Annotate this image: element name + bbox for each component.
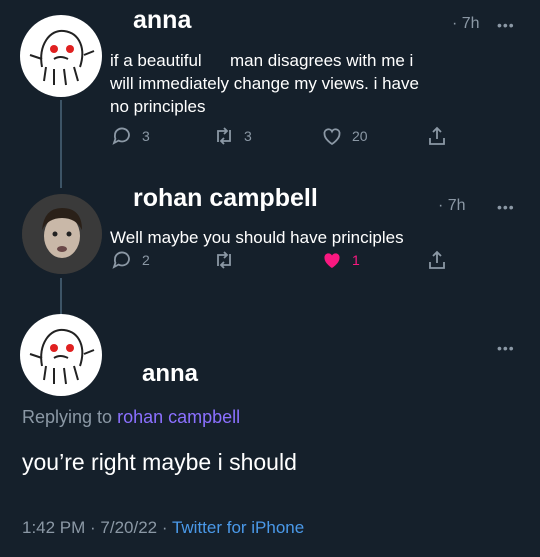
share-button[interactable] <box>425 124 449 148</box>
tweet-text-line: if a beautiful man disagrees with me i <box>110 51 414 70</box>
reply-button[interactable]: 3 <box>110 124 150 148</box>
retweet-icon <box>217 251 231 269</box>
reply-icon <box>112 127 130 145</box>
avatar[interactable] <box>20 15 102 97</box>
avatar-drawing-icon <box>29 328 95 385</box>
like-button[interactable]: 20 <box>320 124 368 148</box>
tweet-timestamp[interactable]: 1:42 PM · 7/20/22 · <box>22 518 172 537</box>
heart-icon <box>324 253 340 268</box>
more-icon[interactable]: ••• <box>497 17 515 33</box>
share-icon <box>429 250 445 269</box>
like-count: 1 <box>352 252 360 268</box>
display-name[interactable]: anna <box>133 6 191 35</box>
reply-count: 3 <box>142 128 150 144</box>
more-icon[interactable]: ••• <box>497 340 515 356</box>
reply-count: 2 <box>142 252 150 268</box>
display-name[interactable]: anna <box>142 360 198 388</box>
retweet-button[interactable]: 3 <box>212 124 252 148</box>
thread-line <box>60 278 62 314</box>
avatar[interactable] <box>22 194 102 274</box>
avatar-photo-icon <box>22 194 102 274</box>
like-count: 20 <box>352 128 368 144</box>
heart-icon <box>323 128 341 146</box>
replying-to: Replying to rohan campbell <box>22 407 240 428</box>
retweet-button[interactable] <box>212 248 244 272</box>
avatar[interactable] <box>20 314 102 396</box>
tweet-text: you’re right maybe i should <box>22 449 297 475</box>
display-name[interactable]: rohan campbell <box>133 184 318 213</box>
like-button[interactable]: 1 <box>320 248 360 272</box>
retweet-count: 3 <box>244 128 252 144</box>
share-icon <box>429 126 445 145</box>
tweet-meta: 1:42 PM · 7/20/22 · Twitter for iPhone <box>22 518 304 538</box>
avatar-drawing-icon <box>29 29 95 86</box>
tweet-time[interactable]: · 7h <box>452 15 480 33</box>
reply-button[interactable]: 2 <box>110 248 150 272</box>
thread-line <box>60 100 62 188</box>
tweet-text-line: no principles <box>110 97 206 116</box>
replying-label: Replying to <box>22 407 113 427</box>
retweet-icon <box>217 127 231 145</box>
tweet-text: Well maybe you should have principles <box>110 228 404 247</box>
more-icon[interactable]: ••• <box>497 199 515 215</box>
tweet-text: if a beautiful man disagrees with me i w… <box>110 49 530 118</box>
share-button[interactable] <box>425 248 449 272</box>
tweet-time[interactable]: · 7h <box>438 197 466 215</box>
replying-user-link[interactable]: rohan campbell <box>117 407 240 427</box>
tweet-text-line: will immediately change my views. i have <box>110 74 419 93</box>
reply-icon <box>112 251 130 269</box>
tweet-source-link[interactable]: Twitter for iPhone <box>172 518 304 537</box>
